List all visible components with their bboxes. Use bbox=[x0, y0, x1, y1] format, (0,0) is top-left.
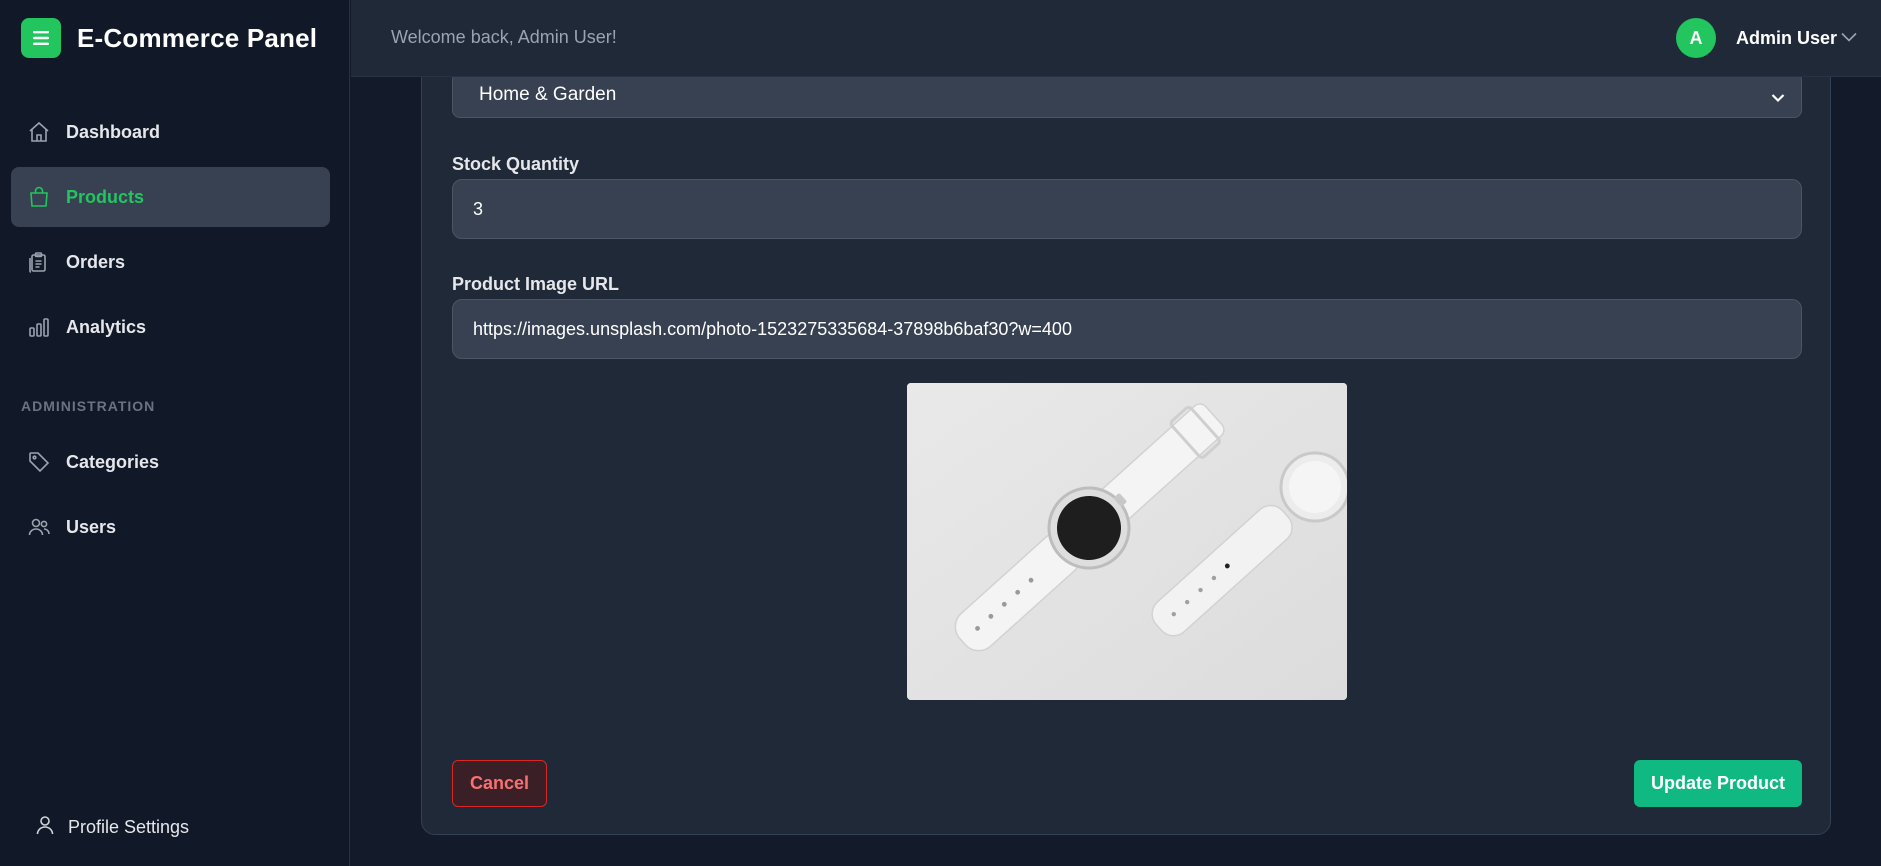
sidebar: E-Commerce Panel Dashboard Products Orde… bbox=[0, 0, 350, 866]
brand[interactable]: E-Commerce Panel bbox=[21, 18, 317, 58]
user-icon bbox=[36, 815, 54, 840]
stock-quantity-input[interactable]: 3 bbox=[452, 179, 1802, 239]
category-select-value: Home & Garden bbox=[479, 84, 617, 105]
sidebar-item-label: Dashboard bbox=[66, 121, 161, 142]
edit-product-form: Home & Garden Stock Quantity 3 Product I… bbox=[421, 77, 1831, 835]
sidebar-item-label: Orders bbox=[66, 251, 126, 272]
stock-quantity-label: Stock Quantity bbox=[452, 154, 580, 174]
sidebar-item-analytics[interactable]: Analytics bbox=[11, 297, 330, 357]
product-image-url-input[interactable]: https://images.unsplash.com/photo-152327… bbox=[452, 299, 1802, 359]
profile-settings-link[interactable]: Profile Settings bbox=[36, 815, 189, 840]
clipboard-icon bbox=[26, 249, 52, 275]
sidebar-item-products[interactable]: Products bbox=[11, 167, 330, 227]
bar-chart-icon bbox=[26, 314, 52, 340]
sidebar-item-label: Products bbox=[66, 186, 145, 207]
top-header: Welcome back, Admin User! A Admin User bbox=[351, 0, 1881, 77]
sidebar-item-label: Users bbox=[66, 516, 117, 537]
sidebar-item-label: Categories bbox=[66, 451, 160, 472]
sidebar-item-label: Analytics bbox=[66, 316, 147, 337]
product-image-url-value: https://images.unsplash.com/photo-152327… bbox=[473, 318, 1072, 339]
shopping-bag-icon bbox=[26, 184, 52, 210]
category-select[interactable]: Home & Garden bbox=[452, 77, 1802, 118]
chevron-down-icon bbox=[1771, 87, 1785, 109]
product-image-url-label: Product Image URL bbox=[452, 274, 620, 294]
sidebar-item-orders[interactable]: Orders bbox=[11, 232, 330, 292]
sidebar-item-dashboard[interactable]: Dashboard bbox=[11, 102, 330, 162]
brand-title: E-Commerce Panel bbox=[77, 22, 318, 53]
tag-icon bbox=[26, 449, 52, 475]
chevron-down-icon[interactable] bbox=[1841, 29, 1857, 47]
sidebar-item-categories[interactable]: Categories bbox=[11, 432, 330, 492]
main-content: Home & Garden Stock Quantity 3 Product I… bbox=[351, 77, 1881, 866]
stock-quantity-value: 3 bbox=[473, 198, 484, 219]
menu-icon[interactable] bbox=[21, 18, 61, 58]
section-label-administration: ADMINISTRATION bbox=[21, 398, 156, 414]
avatar[interactable]: A bbox=[1675, 18, 1716, 58]
user-menu[interactable]: A Admin User bbox=[1675, 18, 1857, 58]
home-icon bbox=[26, 119, 52, 145]
profile-settings-label: Profile Settings bbox=[68, 817, 190, 837]
cancel-button[interactable]: Cancel bbox=[452, 760, 547, 807]
welcome-message: Welcome back, Admin User! bbox=[391, 27, 617, 47]
user-name[interactable]: Admin User bbox=[1736, 28, 1837, 49]
users-icon bbox=[26, 514, 52, 540]
update-product-button[interactable]: Update Product bbox=[1634, 760, 1802, 807]
sidebar-item-users[interactable]: Users bbox=[11, 497, 330, 557]
product-image-preview bbox=[907, 383, 1347, 700]
